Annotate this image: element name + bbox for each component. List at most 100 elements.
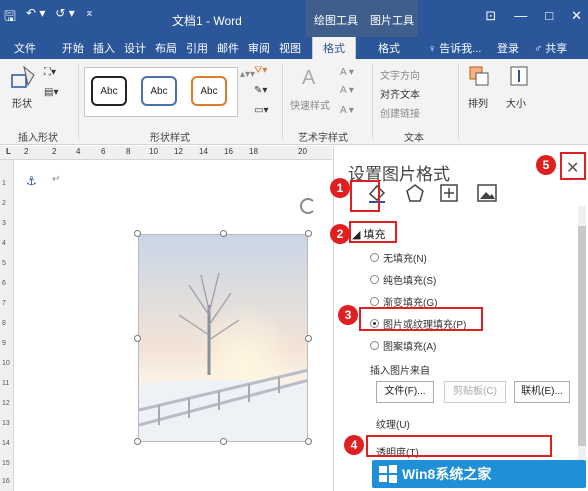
clipboard-button[interactable]: 剪贴板(C) [444,381,506,403]
ruler-tick: 6 [101,147,106,156]
vertical-ruler[interactable]: 1 2 3 4 5 6 7 8 9 10 11 12 13 14 15 16 [0,160,14,491]
radio-pattern[interactable] [370,341,379,350]
tell-me-search[interactable]: ♀ 告诉我... [428,40,481,56]
radio-solid[interactable] [370,275,379,284]
shape-effects-icon[interactable]: ▭▾ [254,105,268,116]
text-box-icon[interactable]: ▤▾ [44,87,58,98]
maximize-button[interactable]: □ [545,8,553,24]
close-button[interactable]: ✕ [571,8,582,24]
drawing-tools-context: 绘图工具 [306,0,364,40]
callout-box-close [560,152,586,180]
radio-gradient[interactable] [370,297,379,306]
callout-box-fill-section [349,221,397,243]
tab-insert[interactable]: 插入 [93,40,115,56]
text-outline-icon[interactable]: A ▾ [340,85,354,96]
callout-badge-2: 2 [330,224,350,244]
tab-design[interactable]: 设计 [124,40,146,56]
resize-handle[interactable] [305,230,312,237]
ruler-tick: 2 [24,147,29,156]
share-button[interactable]: ♂ 共享 [534,40,567,56]
callout-box-fill-icon [350,180,380,212]
texture-label[interactable]: 纹理(U) [376,416,410,431]
create-link-button[interactable]: 创建链接 [380,105,420,120]
rotate-handle-icon[interactable] [300,198,316,214]
quick-styles-icon[interactable]: A [302,67,315,90]
ruler-tick: 10 [149,147,158,156]
picture-tools-label: 图片工具 [370,15,414,27]
shape-styles-group-label: 形状样式 [150,133,190,144]
tab-mailings[interactable]: 邮件 [217,40,239,56]
selected-picture[interactable] [138,234,308,442]
drawing-tools-label: 绘图工具 [314,15,358,27]
gallery-more-icon[interactable]: ▴▾▾ [240,69,255,80]
tab-layout[interactable]: 布局 [155,40,177,56]
file-button[interactable]: 文件(F)... [376,381,434,403]
arrange-icon[interactable] [468,65,490,87]
customize-qat-icon[interactable]: ⌅ [85,6,94,30]
text-direction-button[interactable]: 文字方向 [380,67,420,82]
shapes-icon[interactable] [10,65,40,91]
watermark-text: Win8系统之家 [402,466,492,482]
shape-outline-icon[interactable]: ✎▾ [254,85,267,96]
redo-icon[interactable]: ↺ ▾ [55,6,74,30]
resize-handle[interactable] [220,230,227,237]
window-controls: ⊡ — □ ✕ [485,8,582,24]
shape-style-1[interactable]: Abc [91,76,127,106]
resize-handle[interactable] [134,230,141,237]
size-label[interactable]: 大小 [506,95,526,110]
shape-style-2[interactable]: Abc [141,76,177,106]
radio-none[interactable] [370,253,379,262]
tab-home[interactable]: 开始 [62,40,84,56]
paragraph-mark-icon: ↵ [52,174,61,185]
anchor-icon: ⚓ [26,174,37,188]
text-effects-icon[interactable]: A ▾ [340,105,354,116]
ribbon-display-icon[interactable]: ⊡ [485,8,496,24]
document-title: 文档1 - Word [172,14,242,28]
quick-styles-label[interactable]: 快速样式 [290,97,330,112]
shape-style-3[interactable]: Abc [191,76,227,106]
align-text-button[interactable]: 对齐文本 [380,86,420,101]
shapes-button-label[interactable]: 形状 [12,95,32,110]
minimize-button[interactable]: — [514,8,527,24]
size-icon[interactable] [508,65,530,87]
text-fill-icon[interactable]: A ▾ [340,67,354,78]
ruler-tick: 14 [199,147,208,156]
ruler-tick: 8 [126,147,131,156]
horizontal-ruler[interactable]: L 2 2 4 6 8 10 12 14 16 18 20 [0,146,332,160]
tab-format-drawing[interactable]: 格式 [312,37,356,59]
online-button[interactable]: 联机(E)... [514,381,570,403]
fill-option-none[interactable]: 无填充(N) [370,250,427,265]
document-page[interactable]: ⚓ ↵ [14,160,332,491]
fill-option-solid[interactable]: 纯色填充(S) [370,272,436,287]
resize-handle[interactable] [134,438,141,445]
pane-scroll-thumb[interactable] [578,226,586,446]
tab-format-picture[interactable]: 格式 [378,40,400,56]
tab-view[interactable]: 视图 [279,40,301,56]
resize-handle[interactable] [220,438,227,445]
ruler-tick: 20 [298,147,307,156]
resize-handle[interactable] [134,335,141,342]
callout-box-picture-fill [359,307,483,331]
save-icon[interactable]: 🖫 [4,6,16,30]
picture-icon[interactable] [476,182,498,204]
tab-review[interactable]: 审阅 [248,40,270,56]
windows-logo-icon [379,465,397,483]
callout-badge-3: 3 [338,305,358,325]
effects-icon[interactable] [404,182,426,204]
text-group-label: 文本 [404,133,424,144]
ruler-tick: 18 [249,147,258,156]
arrange-label[interactable]: 排列 [468,95,488,110]
fill-option-pattern[interactable]: 图案填充(A) [370,338,436,353]
tab-references[interactable]: 引用 [186,40,208,56]
undo-icon[interactable]: ↶ ▾ [26,6,45,30]
resize-handle[interactable] [305,438,312,445]
insert-shapes-group-label: 插入形状 [18,133,58,144]
layout-properties-icon[interactable] [438,182,460,204]
picture-tools-context: 图片工具 [364,0,418,40]
edit-shape-icon[interactable]: ⛶▾ [44,67,56,78]
shape-fill-icon[interactable]: ⛛▾ [254,65,267,76]
tab-file[interactable]: 文件 [14,40,36,56]
resize-handle[interactable] [305,335,312,342]
login-link[interactable]: 登录 [497,40,519,56]
pane-scrollbar[interactable] [578,206,586,486]
